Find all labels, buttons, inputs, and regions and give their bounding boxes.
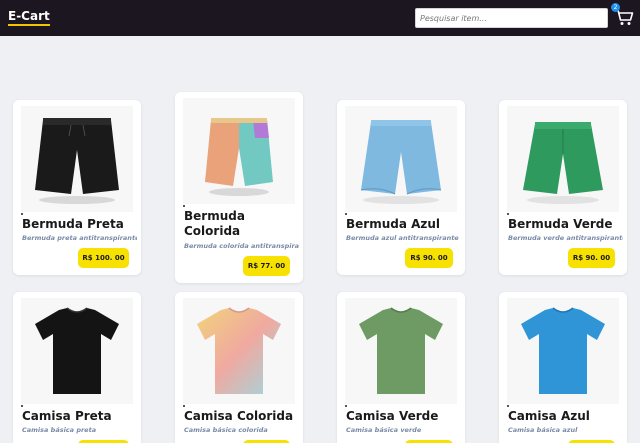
product-name: Bermuda Preta — [22, 217, 124, 231]
colorful-shorts-image — [205, 118, 273, 196]
product-image — [183, 298, 295, 404]
cart-count-badge: 2 — [611, 3, 620, 12]
green-tshirt-image — [359, 307, 443, 394]
add-to-cart-button[interactable]: R$ 100. 00 — [78, 248, 129, 268]
product-card[interactable]: Camisa Azul Camisa básica azul — [499, 292, 627, 443]
product-description: Bermuda colorida antitranspirante — [184, 242, 299, 250]
product-name: Bermuda Azul — [346, 217, 441, 231]
product-name: Camisa Preta — [22, 409, 112, 423]
product-image — [183, 98, 295, 204]
product-card[interactable]: Camisa Colorida Camisa básica colorida — [175, 292, 303, 443]
search-input[interactable] — [415, 8, 608, 28]
product-image — [21, 298, 133, 404]
add-to-cart-button[interactable]: R$ 77. 00 — [243, 256, 290, 276]
add-to-cart-button[interactable]: R$ 90. 00 — [405, 248, 453, 268]
product-name: Camisa Colorida — [184, 409, 294, 423]
product-image — [345, 298, 457, 404]
blue-shorts-image — [360, 120, 442, 204]
product-card[interactable]: Bermuda Verde Bermuda verde antitranspir… — [499, 100, 627, 275]
product-card[interactable]: Bermuda Preta Bermuda preta antitranspir… — [13, 100, 141, 275]
green-shorts-image — [523, 122, 603, 204]
product-name: Bermuda Colorida — [184, 209, 245, 238]
product-name: Bermuda Verde — [508, 217, 613, 231]
product-name: Camisa Azul — [508, 409, 590, 423]
colorful-tshirt-image — [197, 307, 281, 394]
black-tshirt-image — [35, 307, 119, 394]
image-indicator — [21, 213, 23, 215]
black-shorts-image — [35, 118, 119, 204]
image-indicator — [507, 405, 509, 407]
blue-tshirt-image — [521, 307, 605, 394]
product-description: Camisa básica preta — [22, 426, 97, 434]
image-indicator — [183, 205, 185, 207]
image-indicator — [183, 405, 185, 407]
add-to-cart-button[interactable]: R$ 90. 00 — [568, 248, 615, 268]
logo[interactable]: E-Cart — [8, 10, 50, 26]
top-navbar: E-Cart 2 — [0, 0, 640, 36]
product-description: Camisa básica azul — [508, 426, 578, 434]
product-description: Bermuda preta antitranspirante — [22, 234, 137, 242]
product-description: Camisa básica colorida — [184, 426, 268, 434]
product-card[interactable]: Bermuda Azul Bermuda azul antitranspiran… — [337, 100, 465, 275]
product-description: Camisa básica verde — [346, 426, 422, 434]
image-indicator — [345, 213, 347, 215]
image-indicator — [345, 405, 347, 407]
product-card[interactable]: Camisa Preta Camisa básica preta — [13, 292, 141, 443]
image-indicator — [21, 405, 23, 407]
product-name: Camisa Verde — [346, 409, 439, 423]
product-card[interactable]: Camisa Verde Camisa básica verde — [337, 292, 465, 443]
product-description: Bermuda verde antitranspirante — [508, 234, 623, 242]
product-image — [21, 106, 133, 212]
product-card[interactable]: Bermuda Colorida Bermuda colorida antitr… — [175, 92, 303, 283]
product-image — [345, 106, 457, 212]
product-image — [507, 298, 619, 404]
image-indicator — [507, 213, 509, 215]
product-description: Bermuda azul antitranspirante — [346, 234, 459, 242]
product-image — [507, 106, 619, 212]
